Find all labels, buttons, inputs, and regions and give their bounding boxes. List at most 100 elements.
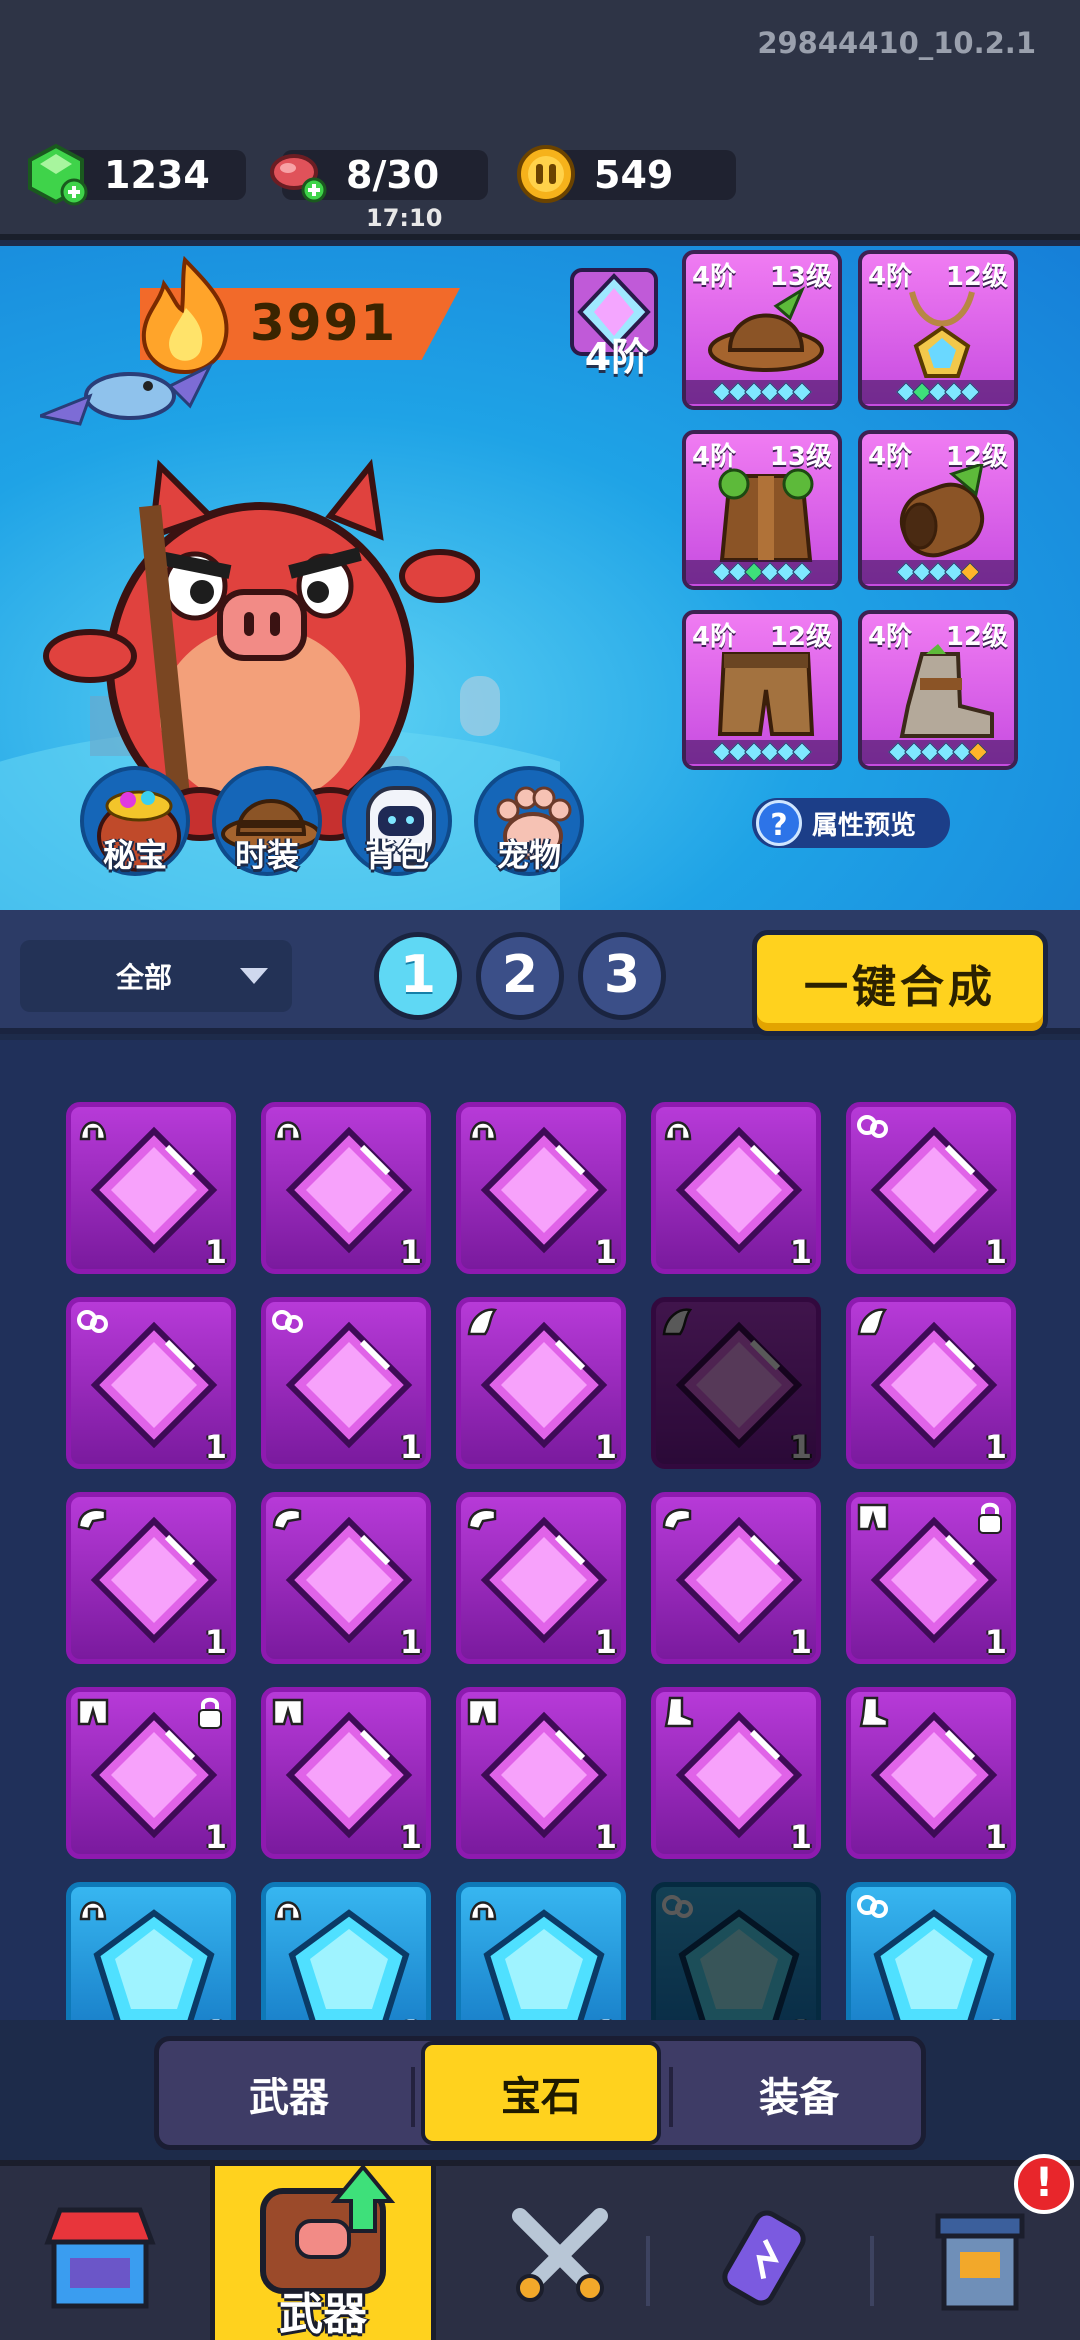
shop-icon — [44, 2207, 156, 2309]
gem-count: 1 — [594, 1428, 617, 1466]
category-value: 全部 — [116, 961, 173, 994]
gem-count: 1 — [205, 2013, 227, 2020]
purple-gem-icon — [870, 1321, 998, 1449]
gem-count: 1 — [789, 1233, 812, 1271]
equip-slot-armor[interactable]: 4阶 13级 — [682, 430, 842, 590]
tab-weapons[interactable]: 武器 — [169, 2051, 409, 2137]
purple-gem-icon — [675, 1516, 803, 1644]
star-row — [862, 380, 1014, 404]
tab-equipment[interactable]: 装备 — [679, 2051, 919, 2137]
nav-summon[interactable] — [664, 2166, 864, 2340]
divider — [870, 2236, 874, 2306]
equip-slot-amulet[interactable]: 4阶 12级 — [858, 250, 1018, 410]
gem-slot[interactable]: 1 — [456, 1492, 626, 1664]
star-row — [862, 740, 1014, 764]
stamina-counter[interactable]: 8/30 — [270, 150, 488, 203]
equip-slot-boots[interactable]: 4阶 12级 — [858, 610, 1018, 770]
purple-gem-icon — [480, 1516, 608, 1644]
attribute-preview-label: 属性预览 — [812, 810, 917, 841]
gem-slot[interactable]: 1 — [261, 1297, 431, 1469]
gem-slot[interactable]: 1 — [66, 1297, 236, 1469]
pet-label: 宠物 — [496, 836, 561, 874]
equip-slot-bracer[interactable]: 4阶 12级 — [858, 430, 1018, 590]
star-icon — [792, 382, 812, 402]
costume-button[interactable]: 时装 — [208, 766, 326, 876]
gem-slot[interactable]: 1 — [651, 1882, 821, 2020]
gem-slot[interactable]: 1 — [66, 1687, 236, 1859]
star-row — [686, 380, 838, 404]
treasure-button[interactable]: 秘宝 — [76, 766, 194, 876]
page-1-button[interactable]: 1 — [374, 932, 462, 1020]
gem-slot[interactable]: 1 — [651, 1687, 821, 1859]
gem-slot[interactable]: 1 — [846, 1882, 1016, 2020]
gem-slot[interactable]: 1 — [456, 1687, 626, 1859]
purple-gem-icon — [285, 1126, 413, 1254]
purple-gem-icon — [90, 1126, 218, 1254]
gem-count: 1 — [204, 1428, 227, 1466]
gem-slot[interactable]: 1 — [846, 1687, 1016, 1859]
gem-count: 1 — [984, 1623, 1007, 1661]
gem-count: 1 — [985, 2013, 1007, 2020]
gem-slot[interactable]: 1 — [261, 1102, 431, 1274]
coin-counter[interactable]: 549 — [517, 145, 736, 203]
pants-icon — [717, 652, 815, 736]
game-screen: 29844410_10.2.1 1234 8/30 17:10 549 3991… — [0, 0, 1080, 2340]
equip-slot-pants[interactable]: 4阶 12级 — [682, 610, 842, 770]
building-icon — [935, 2213, 1025, 2311]
backpack-button[interactable]: 背包 — [338, 766, 456, 876]
nav-weapons[interactable]: 武器 — [210, 2163, 436, 2340]
gem-count: 1 — [399, 1428, 422, 1466]
nav-base[interactable]: ! — [880, 2154, 1080, 2340]
gem-count: 1 — [204, 1233, 227, 1271]
nav-battle[interactable] — [460, 2166, 660, 2340]
gem-slot[interactable]: 1 — [66, 1492, 236, 1664]
hat-icon — [708, 286, 824, 372]
gem-inventory-grid: 1 1 1 1 1 1 1 1 1 1 1 1 1 1 1 1 1 1 1 1 1 1 1 1 1 — [0, 1040, 1080, 2020]
merge-all-button[interactable]: 一键合成 — [752, 930, 1048, 1036]
gem-slot[interactable]: 1 — [66, 1882, 236, 2020]
stamina-timer: 17:10 — [366, 204, 443, 232]
gem-count: 1 — [399, 1818, 422, 1856]
purple-gem-icon — [285, 1321, 413, 1449]
gem-counter[interactable]: 1234 — [28, 143, 246, 206]
attribute-preview-button[interactable]: ? 属性预览 — [752, 798, 950, 848]
page-2-button[interactable]: 2 — [476, 932, 564, 1020]
cyan-gem-icon — [93, 1909, 215, 2020]
gem-slot[interactable]: 1 — [651, 1297, 821, 1469]
gem-slot[interactable]: 1 — [651, 1102, 821, 1274]
gem-slot[interactable]: 1 — [846, 1297, 1016, 1469]
gem-slot[interactable]: 1 — [846, 1492, 1016, 1664]
lock-icon — [198, 1697, 222, 1729]
gem-count: 1 — [595, 2013, 617, 2020]
nav-shop[interactable] — [0, 2166, 200, 2340]
backpack-label: 背包 — [364, 836, 429, 874]
bird-pet — [40, 362, 214, 426]
gem-count: 1 — [594, 1623, 617, 1661]
pet-button[interactable]: 宠物 — [470, 766, 588, 876]
purple-gem-icon — [480, 1321, 608, 1449]
gem-count: 1 — [399, 1233, 422, 1271]
gem-slot[interactable]: 1 — [456, 1882, 626, 2020]
gem-slot[interactable]: 1 — [261, 1882, 431, 2020]
tab-gems[interactable]: 宝石 — [421, 2041, 661, 2145]
tier-label: 4阶 — [584, 335, 650, 379]
purple-gem-icon — [675, 1711, 803, 1839]
question-icon: ? — [756, 800, 802, 846]
gem-slot[interactable]: 1 — [456, 1297, 626, 1469]
green-gem-icon — [20, 138, 92, 210]
gem-slot[interactable]: 1 — [651, 1492, 821, 1664]
gem-slot[interactable]: 1 — [456, 1102, 626, 1274]
gem-slot[interactable]: 1 — [261, 1492, 431, 1664]
gem-slot[interactable]: 1 — [261, 1687, 431, 1859]
divider — [411, 2067, 415, 2127]
page-3-button[interactable]: 3 — [578, 932, 666, 1020]
gem-slot[interactable]: 1 — [846, 1102, 1016, 1274]
category-dropdown[interactable]: 全部 — [20, 940, 292, 1012]
gem-count: 1 — [594, 1233, 617, 1271]
cyan-gem-icon — [678, 1909, 800, 2020]
gem-slot[interactable]: 1 — [66, 1102, 236, 1274]
cyan-gem-icon — [288, 1909, 410, 2020]
divider — [669, 2067, 673, 2127]
star-icon — [792, 742, 812, 762]
equip-slot-hat[interactable]: 4阶 13级 — [682, 250, 842, 410]
